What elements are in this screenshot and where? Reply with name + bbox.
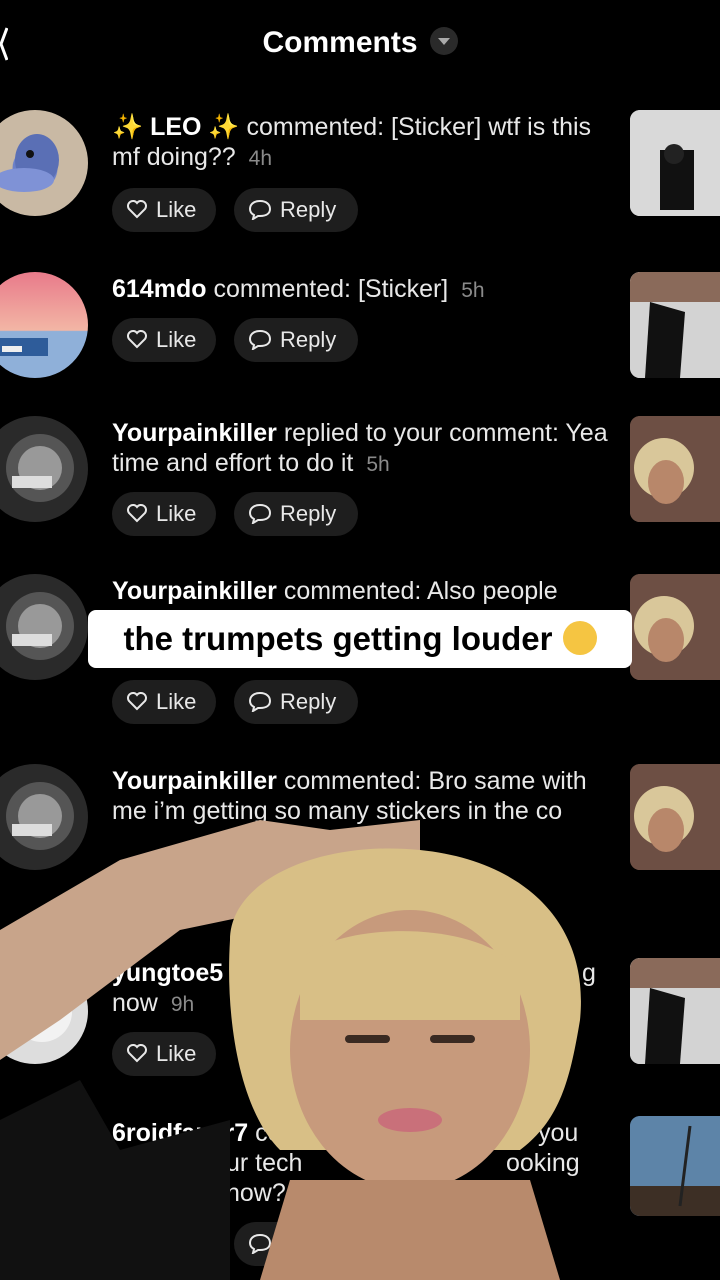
video-thumbnail[interactable] (630, 764, 720, 870)
reply-button[interactable]: Reply (234, 680, 358, 724)
reply-icon (248, 692, 272, 714)
comment-body-line2-right: ooking (506, 1149, 580, 1177)
like-label: Like (156, 501, 197, 526)
video-thumbnail[interactable] (630, 1116, 720, 1216)
reply-button[interactable]: Reply (234, 188, 358, 232)
comment-fragment-right: you (538, 1119, 579, 1147)
caption-text: the trumpets getting louder (123, 620, 553, 657)
creator-overlay-image (0, 820, 581, 1280)
reply-button[interactable]: Reply (234, 1222, 358, 1266)
comment-text: ✨ LEO ✨ commented: [Sticker] wtf is this… (112, 112, 612, 174)
avatar[interactable] (0, 272, 88, 378)
like-button[interactable]: Like (112, 492, 216, 536)
like-button[interactable]: Like (112, 188, 216, 232)
like-label: Like (156, 1041, 197, 1066)
comment-body: commented: Also people (283, 577, 558, 605)
reply-label: Reply (280, 327, 337, 352)
like-button[interactable]: Like (112, 1032, 216, 1076)
title-label: Comments (262, 26, 418, 59)
avatar[interactable] (0, 574, 88, 680)
video-thumbnail[interactable] (630, 416, 720, 522)
username[interactable]: Yourpainkiller (112, 577, 277, 605)
reply-icon (248, 200, 272, 222)
heart-icon (127, 692, 147, 711)
video-thumbnail[interactable] (630, 574, 720, 680)
like-label: Like (156, 197, 197, 222)
reply-label: Reply (280, 689, 337, 714)
video-thumbnail[interactable] (630, 110, 720, 216)
pensive-face-icon (562, 621, 597, 656)
comment-body: now (112, 989, 158, 1017)
comment-text: yungtoe5 g now 9h (112, 958, 612, 1020)
timestamp: 5h (366, 453, 390, 476)
timestamp: 9h (170, 993, 195, 1016)
like-label: Like (156, 327, 197, 352)
username[interactable]: 6roidfaper7 (112, 1119, 248, 1147)
reply-label: Reply (280, 501, 337, 526)
comment-text: 614mdo commented: [Sticker] 5h (112, 274, 612, 306)
username[interactable]: Yourpainkiller (112, 419, 277, 447)
like-label: Like (156, 689, 197, 714)
heart-icon (127, 504, 147, 523)
page-title[interactable]: Comments (0, 26, 720, 60)
avatar[interactable] (0, 110, 88, 216)
reply-icon (248, 504, 272, 526)
avatar[interactable] (0, 1116, 88, 1222)
heart-icon (127, 200, 147, 219)
comment-body-line3: back on it now? (112, 1179, 286, 1207)
video-thumbnail[interactable] (630, 958, 720, 1064)
reply-label: Reply (280, 1231, 337, 1256)
reply-label: Reply (280, 197, 337, 222)
avatar[interactable] (0, 958, 88, 1064)
timestamp: 4h (248, 147, 273, 170)
header: Comments (0, 0, 720, 90)
reply-button[interactable]: Reply (234, 318, 358, 362)
video-thumbnail[interactable] (630, 272, 720, 378)
reply-button[interactable]: Reply (234, 492, 358, 536)
reply-icon (248, 1234, 272, 1256)
comment-body-line2: think of your tech (112, 1149, 303, 1177)
username[interactable]: yungtoe5 (112, 959, 223, 987)
comment-text: Yourpainkiller commented: Bro same with … (112, 766, 612, 826)
like-button[interactable]: Like (112, 318, 216, 362)
timestamp: 5h (461, 279, 485, 302)
heart-icon (127, 1044, 147, 1063)
like-button[interactable]: Like (112, 680, 216, 724)
heart-icon (127, 330, 147, 349)
avatar[interactable] (0, 764, 88, 870)
comment-fragment: co (255, 1119, 282, 1147)
comment-body: commented: [Sticker] (213, 275, 449, 303)
comment-fragment: g (582, 959, 596, 987)
username[interactable]: ✨ LEO ✨ (112, 113, 240, 141)
chevron-down-icon[interactable] (429, 27, 458, 56)
comment-text: Yourpainkiller replied to your comment: … (112, 418, 612, 480)
timestamp: 9h (298, 1183, 323, 1206)
username[interactable]: 614mdo (112, 275, 206, 303)
reply-icon (248, 330, 272, 352)
comment-text: Yourpainkiller commented: Also people (112, 576, 612, 606)
avatar[interactable] (0, 416, 88, 522)
caption-overlay: the trumpets getting louder (88, 610, 632, 668)
comment-text: 6roidfaper7 co you think of your tech oo… (112, 1118, 632, 1210)
username[interactable]: Yourpainkiller (112, 767, 277, 795)
